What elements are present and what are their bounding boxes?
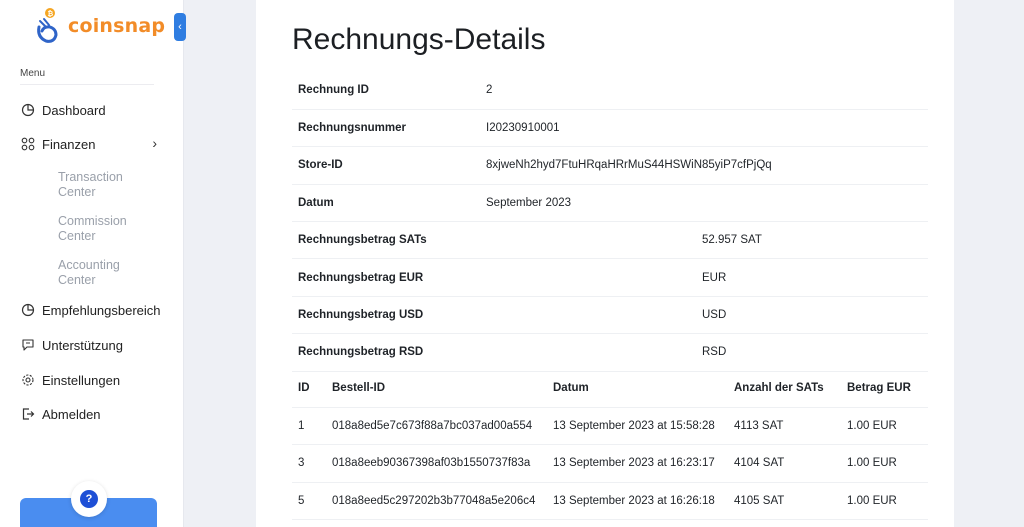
help-button[interactable]: ? — [71, 481, 107, 517]
detail-value: 52.957 SAT — [702, 221, 928, 260]
detail-value: I20230910001 — [486, 109, 928, 148]
order-number: 018a8eeb90367398af03b1550737f83a — [332, 444, 553, 483]
order-number: 018a8eed5c297202b3b77048a5e206c4 — [332, 482, 553, 521]
logout-icon — [20, 406, 36, 422]
detail-row: Store-ID 8xjweNh2hyd7FtuHRqaHRrMuS44HSWi… — [292, 146, 928, 185]
column-header: Anzahl der SATs — [734, 370, 847, 408]
order-eur: 1.00 EUR — [847, 407, 928, 446]
question-icon: ? — [80, 490, 98, 508]
pie-chart-icon — [20, 302, 36, 318]
chevron-left-icon: ‹ — [178, 21, 182, 33]
sidebar-item-label: Finanzen — [42, 136, 96, 152]
sidebar-item-finanzen[interactable]: Finanzen › — [20, 133, 165, 155]
detail-key: Rechnungsbetrag USD — [292, 296, 702, 335]
sidebar-item-label: Abmelden — [42, 406, 101, 422]
sidebar: ₿ coinsnap ‹ Menu Dashboard Finanzen › T… — [0, 0, 186, 527]
sidebar-item-abmelden[interactable]: Abmelden — [20, 403, 165, 425]
detail-key: Rechnungsbetrag RSD — [292, 333, 702, 372]
detail-value: 2 — [486, 72, 928, 110]
order-sats: 4113 SAT — [734, 407, 847, 446]
menu-title: Menu — [20, 68, 46, 79]
page-title: Rechnungs-Details — [292, 23, 546, 56]
order-id: 1 — [292, 407, 332, 446]
detail-value: RSD — [702, 333, 928, 372]
sidebar-subitem-accounting-center[interactable]: Accounting Center — [58, 258, 158, 288]
order-eur: 1.00 EUR — [847, 444, 928, 483]
sidebar-item-dashboard[interactable]: Dashboard — [20, 99, 165, 121]
detail-value: EUR — [702, 258, 928, 297]
detail-row: Rechnungsbetrag USD USD — [292, 296, 928, 335]
order-sats: 4105 SAT — [734, 482, 847, 521]
coinsnap-logo-icon: ₿ — [34, 7, 64, 45]
detail-row: Rechnungsbetrag EUR EUR — [292, 258, 928, 297]
sidebar-item-label: Empfehlungsbereich — [42, 302, 161, 318]
gear-icon — [20, 372, 36, 388]
collapse-sidebar-button[interactable]: ‹ — [174, 13, 186, 41]
grid-icon — [20, 136, 36, 152]
sidebar-item-unterstuetzung[interactable]: Unterstützung — [20, 334, 165, 356]
support-icon — [20, 337, 36, 353]
detail-key: Store-ID — [292, 146, 486, 185]
table-header-row: ID Bestell-ID Datum Anzahl der SATs Betr… — [292, 370, 928, 408]
order-date: 13 September 2023 at 15:58:28 — [553, 407, 734, 446]
brand-logo[interactable]: ₿ coinsnap — [34, 6, 174, 46]
column-header: ID — [292, 370, 332, 408]
table-row: 1 018a8ed5e7c673f88a7bc037ad00a554 13 Se… — [292, 407, 928, 446]
order-date: 13 September 2023 at 16:26:18 — [553, 482, 734, 521]
brand-name: coinsnap — [68, 15, 166, 37]
table-row: 3 018a8eeb90367398af03b1550737f83a 13 Se… — [292, 444, 928, 483]
order-sats: 4104 SAT — [734, 444, 847, 483]
invoice-details-card: Rechnungs-Details Rechnung ID 2 Rechnung… — [256, 0, 954, 527]
sidebar-item-label: Unterstützung — [42, 337, 123, 353]
detail-key: Datum — [292, 184, 486, 223]
sidebar-subitem-commission-center[interactable]: Commission Center — [58, 214, 158, 244]
sidebar-item-label: Dashboard — [42, 102, 106, 118]
column-header: Bestell-ID — [332, 370, 553, 408]
order-eur: 1.00 EUR — [847, 482, 928, 521]
detail-value: 8xjweNh2hyd7FtuHRqaHRrMuS44HSWiN85yiP7cf… — [486, 146, 928, 185]
detail-row: Datum September 2023 — [292, 184, 928, 223]
svg-text:₿: ₿ — [48, 10, 54, 18]
table-row: 5 018a8eed5c297202b3b77048a5e206c4 13 Se… — [292, 482, 928, 521]
sidebar-item-label: Einstellungen — [42, 372, 121, 388]
detail-key: Rechnung ID — [292, 72, 486, 110]
sidebar-item-empfehlungsbereich[interactable]: Empfehlungsbereich — [20, 299, 165, 321]
detail-row: Rechnungsbetrag RSD RSD — [292, 333, 928, 372]
order-date: 13 September 2023 at 16:23:17 — [553, 444, 734, 483]
pie-chart-icon — [20, 102, 36, 118]
invoice-details-table: Rechnung ID 2 Rechnungsnummer I202309100… — [292, 72, 928, 372]
column-header: Datum — [553, 370, 734, 408]
order-id: 3 — [292, 444, 332, 483]
sidebar-subitem-transaction-center[interactable]: Transaction Center — [58, 170, 158, 200]
order-number: 018a8ed5e7c673f88a7bc037ad00a554 — [332, 407, 553, 446]
column-header: Betrag EUR — [847, 370, 928, 408]
sidebar-item-einstellungen[interactable]: Einstellungen — [20, 369, 165, 391]
detail-key: Rechnungsnummer — [292, 109, 486, 148]
detail-value: USD — [702, 296, 928, 335]
orders-table: ID Bestell-ID Datum Anzahl der SATs Betr… — [292, 370, 928, 521]
chevron-right-icon: › — [152, 135, 157, 151]
detail-key: Rechnungsbetrag SATs — [292, 221, 702, 260]
order-id: 5 — [292, 482, 332, 521]
detail-row: Rechnungsnummer I20230910001 — [292, 109, 928, 148]
menu-divider — [20, 84, 154, 85]
detail-key: Rechnungsbetrag EUR — [292, 258, 702, 297]
detail-row: Rechnungsbetrag SATs 52.957 SAT — [292, 221, 928, 260]
detail-row: Rechnung ID 2 — [292, 72, 928, 110]
detail-value: September 2023 — [486, 184, 928, 223]
